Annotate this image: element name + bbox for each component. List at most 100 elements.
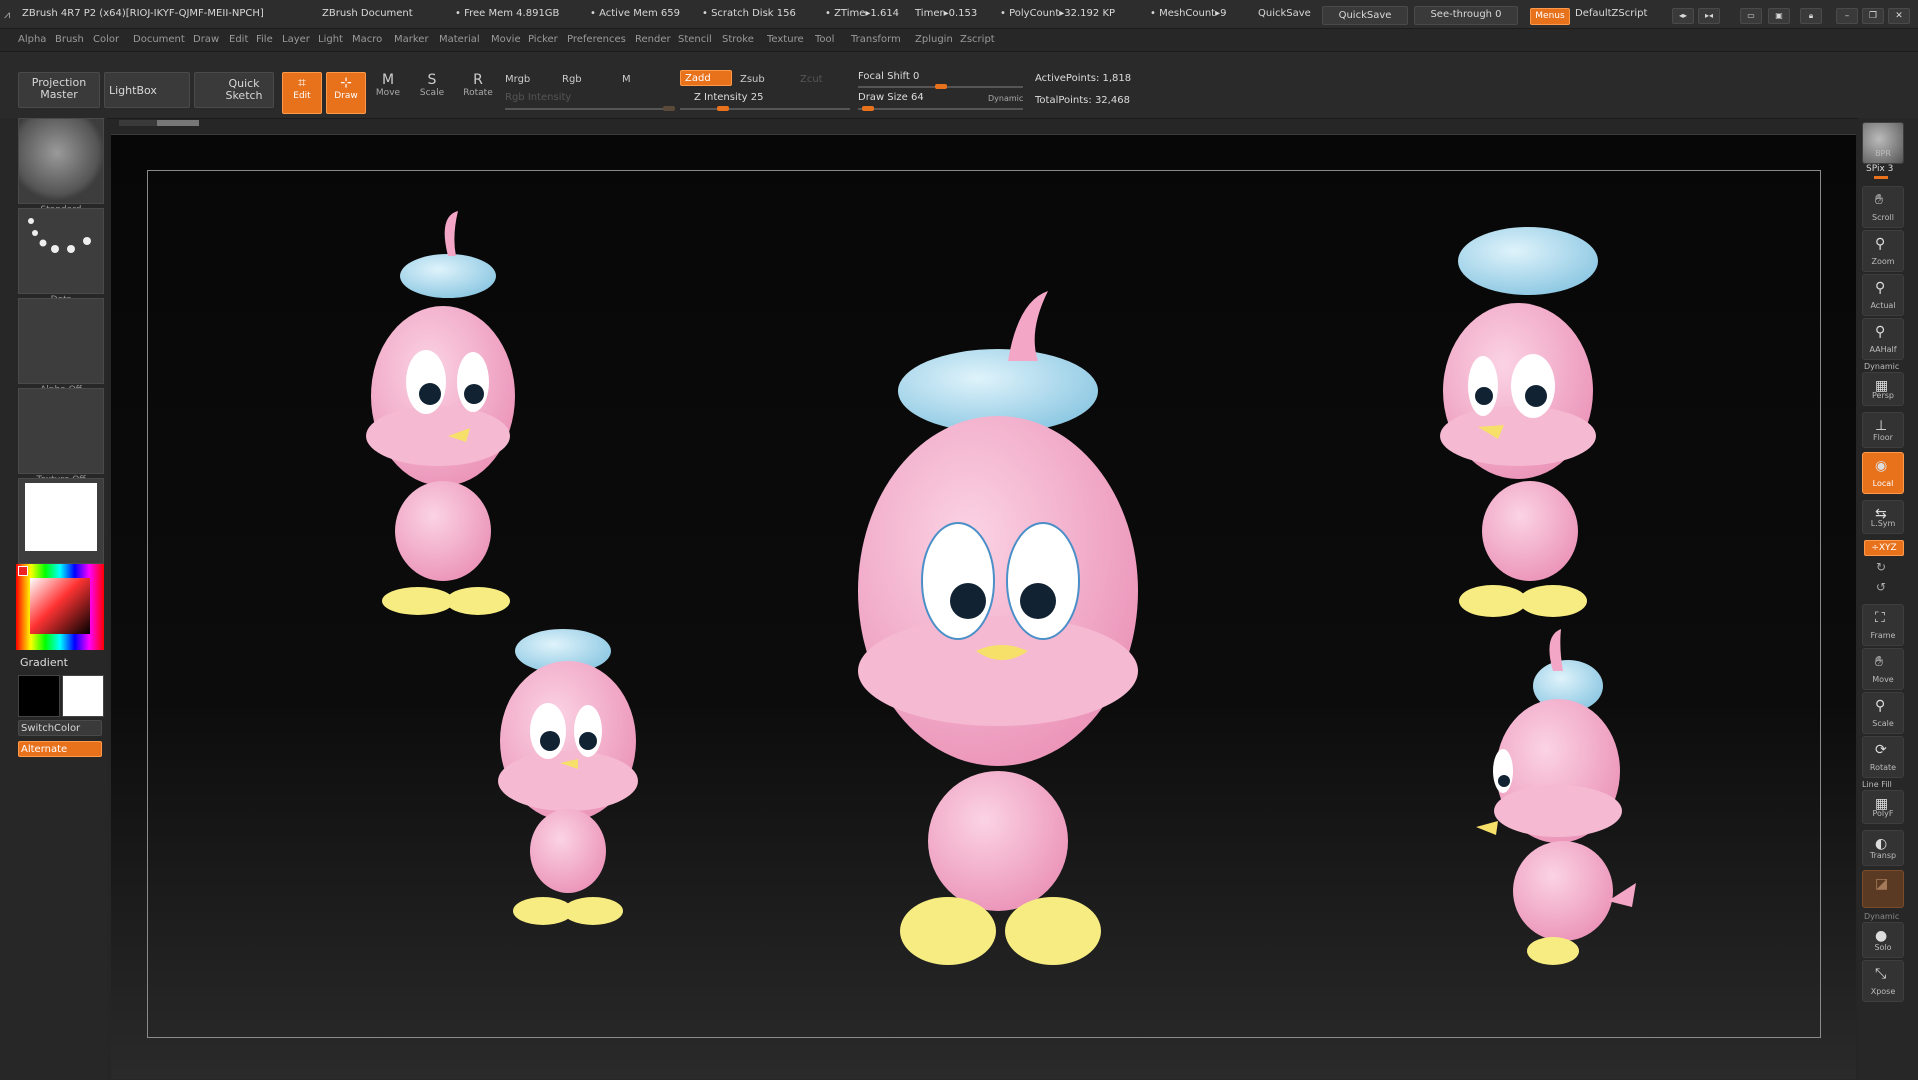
rotate-view-button[interactable]: ⟳ Rotate (1862, 736, 1904, 778)
chick-model-side[interactable] (1476, 629, 1636, 965)
menu-alpha[interactable]: Alpha (18, 34, 46, 45)
frame-button[interactable]: ⛶ Frame (1862, 604, 1904, 646)
scroll-button[interactable]: ✋︎ Scroll (1862, 186, 1904, 228)
dynamic-toggle[interactable]: Dynamic (988, 94, 1023, 103)
menu-transform[interactable]: Transform (851, 34, 901, 45)
menu-light[interactable]: Light (318, 34, 343, 45)
shelf-scrollbar[interactable] (119, 120, 199, 126)
chick-model-center[interactable] (858, 291, 1138, 965)
save-window-icon[interactable]: ▣ (1768, 8, 1790, 24)
menu-zscript[interactable]: Zscript (960, 34, 995, 45)
alpha-thumb[interactable]: Alpha Off (18, 298, 104, 395)
rgb-toggle[interactable]: Rgb (562, 74, 582, 85)
rotate-button[interactable]: R Rotate (458, 72, 498, 112)
maximize-icon[interactable]: ❐ (1862, 8, 1884, 24)
stroke-dots-thumb[interactable]: Dots (18, 208, 104, 305)
menu-edit[interactable]: Edit (229, 34, 248, 45)
move-view-button[interactable]: ✋︎ Move (1862, 648, 1904, 690)
color-picker[interactable] (16, 564, 104, 650)
switchcolor-button[interactable]: SwitchColor (18, 720, 102, 736)
move-button[interactable]: M Move (370, 72, 406, 112)
menu-material[interactable]: Material (439, 34, 480, 45)
projection-master-button[interactable]: Projection Master (18, 72, 100, 108)
window-icon[interactable]: ▭ (1740, 8, 1762, 24)
focal-shift-track[interactable] (858, 84, 1023, 89)
xyz-button[interactable]: ÷XYZ (1864, 540, 1904, 556)
draw-size-knob[interactable] (862, 106, 875, 111)
rgb-intensity-knob[interactable] (663, 106, 675, 111)
lightbox-button[interactable]: LightBox (104, 72, 190, 108)
bpr-button[interactable]: BPR (1862, 122, 1904, 164)
menu-color[interactable]: Color (93, 34, 119, 45)
zadd-toggle[interactable]: Zadd (680, 70, 732, 86)
scale-button[interactable]: S Scale (414, 72, 450, 112)
color-marker[interactable] (18, 566, 28, 576)
alternate-button[interactable]: Alternate (18, 741, 102, 757)
floor-button[interactable]: ⊥ Floor (1862, 412, 1904, 448)
focal-shift-knob[interactable] (934, 84, 947, 89)
minimize-icon[interactable]: – (1836, 8, 1858, 24)
document-canvas[interactable] (147, 170, 1821, 1038)
lsym-button[interactable]: ⇆ L.Sym (1862, 500, 1904, 534)
m-toggle[interactable]: M (622, 74, 631, 85)
zsub-toggle[interactable]: Zsub (740, 74, 765, 85)
shelf-scrollbar-thumb[interactable] (157, 120, 199, 126)
spix-slider[interactable]: SPix 3 (1866, 164, 1893, 174)
transp-button[interactable]: ◐ Transp (1862, 830, 1904, 866)
menu-stencil[interactable]: Stencil (678, 34, 712, 45)
menu-document[interactable]: Document (133, 34, 185, 45)
dynamic-persp-label[interactable]: Dynamic (1864, 362, 1899, 371)
menu-brush[interactable]: Brush (55, 34, 84, 45)
rotate-y-icon[interactable]: ↻ (1876, 560, 1886, 574)
aahalf-button[interactable]: ⚲ AAHalf (1862, 318, 1904, 360)
menu-render[interactable]: Render (635, 34, 671, 45)
scale-view-button[interactable]: ⚲ Scale (1862, 692, 1904, 734)
draw-size-slider[interactable]: Draw Size 64 (858, 92, 924, 103)
menu-texture[interactable]: Texture (767, 34, 804, 45)
ghost-button[interactable]: ◪ (1862, 870, 1904, 908)
menu-draw[interactable]: Draw (193, 34, 219, 45)
draw-size-track[interactable] (858, 106, 1023, 111)
menu-tool[interactable]: Tool (815, 34, 834, 45)
solo-button[interactable]: ● Solo (1862, 922, 1904, 958)
zcut-toggle[interactable]: Zcut (800, 74, 823, 85)
linefill-label[interactable]: Line Fill (1862, 780, 1892, 789)
quicksave-button[interactable]: QuickSave (1322, 6, 1408, 25)
secondary-color-swatch[interactable] (62, 675, 104, 717)
menu-zplugin[interactable]: Zplugin (915, 34, 953, 45)
default-zscript[interactable]: DefaultZScript (1575, 8, 1647, 19)
edit-button[interactable]: ⌗ Edit (282, 72, 322, 114)
draw-button[interactable]: ⊹ Draw (326, 72, 366, 114)
zoom-button[interactable]: ⚲ Zoom (1862, 230, 1904, 272)
menu-layer[interactable]: Layer (282, 34, 310, 45)
chick-model-front-left[interactable] (366, 211, 515, 615)
gradient-toggle[interactable]: Gradient (20, 656, 68, 669)
mrgb-toggle[interactable]: Mrgb (505, 74, 530, 85)
persp-button[interactable]: ▦ Persp (1862, 372, 1904, 406)
menu-picker[interactable]: Picker (528, 34, 558, 45)
menu-marker[interactable]: Marker (394, 34, 429, 45)
brush-standard-thumb[interactable]: Standard (18, 118, 104, 215)
close-icon[interactable]: ✕ (1888, 8, 1910, 24)
menu-preferences[interactable]: Preferences (567, 34, 626, 45)
spix-knob[interactable] (1874, 176, 1888, 179)
xpose-button[interactable]: ⤡ Xpose (1862, 960, 1904, 1002)
main-color-swatch[interactable] (18, 675, 60, 717)
quick-sketch-button[interactable]: Quick Sketch (194, 72, 274, 108)
texture-thumb[interactable]: Texture Off (18, 388, 104, 485)
z-intensity-slider[interactable]: Z Intensity 25 (694, 92, 763, 103)
focal-shift-slider[interactable]: Focal Shift 0 (858, 71, 919, 82)
dynamic-solo-label[interactable]: Dynamic (1864, 912, 1899, 921)
menu-movie[interactable]: Movie (491, 34, 521, 45)
chick-models[interactable] (148, 171, 1820, 1037)
layout-next-icon[interactable]: ▸◂ (1698, 8, 1720, 24)
layout-prev-icon[interactable]: ◂▸ (1672, 8, 1694, 24)
actual-button[interactable]: ⚲ Actual (1862, 274, 1904, 316)
rotate-z-icon[interactable]: ↺ (1876, 580, 1886, 594)
polyf-button[interactable]: ▦ PolyF (1862, 790, 1904, 824)
rgb-intensity-track[interactable] (505, 106, 675, 111)
menu-stroke[interactable]: Stroke (722, 34, 754, 45)
z-intensity-track[interactable] (680, 106, 850, 111)
see-through-slider[interactable]: See-through 0 (1414, 6, 1518, 25)
lock-icon[interactable]: 🔒︎ (1800, 8, 1822, 24)
